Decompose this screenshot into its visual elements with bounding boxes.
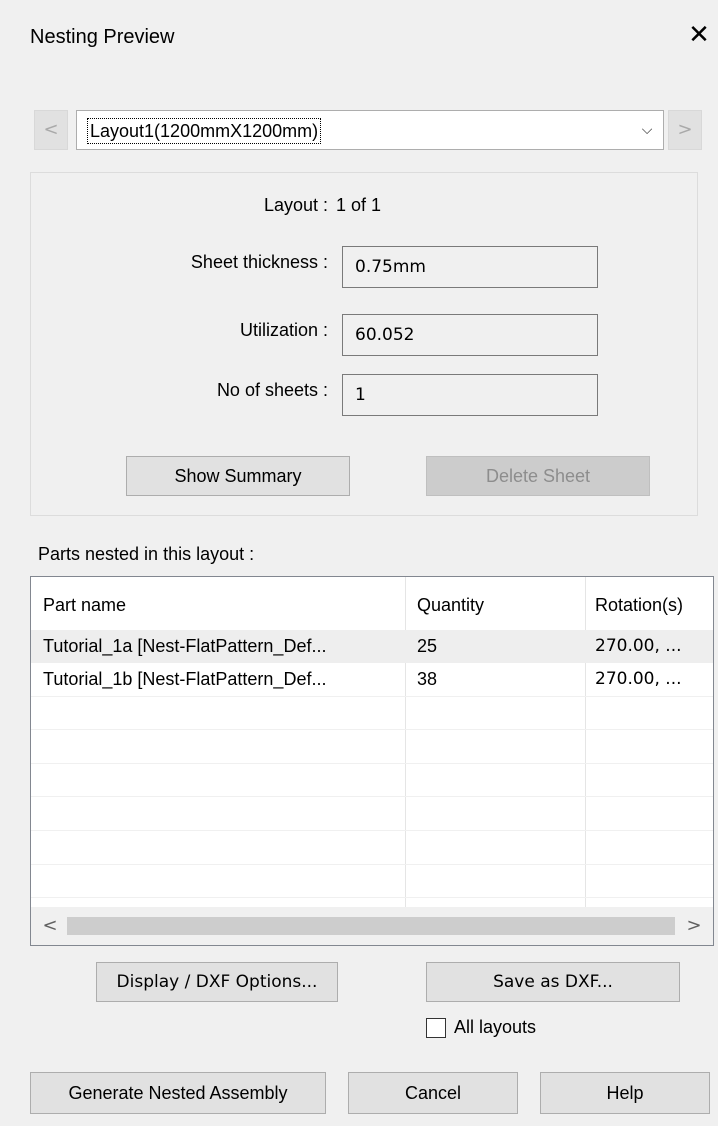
display-dxf-options-button[interactable]: Display / DXF Options... — [96, 962, 338, 1002]
part-name-cell: Tutorial_1b [Nest-FlatPattern_Def... — [43, 669, 327, 689]
chevron-down-icon[interactable]: ⌵ — [635, 117, 659, 143]
row-gridline — [31, 696, 713, 697]
close-icon[interactable]: ✕ — [684, 20, 714, 50]
parts-caption: Parts nested in this layout : — [38, 544, 255, 564]
column-header-rotations[interactable]: Rotation(s) — [595, 577, 683, 633]
generate-nested-assembly-button[interactable]: Generate Nested Assembly — [30, 1072, 326, 1114]
row-gridline — [31, 763, 713, 764]
utilization-label: Utilization : — [239, 320, 328, 340]
column-header-quantity[interactable]: Quantity — [417, 577, 484, 633]
cancel-button[interactable]: Cancel — [348, 1072, 518, 1114]
layout-label: Layout : — [263, 195, 328, 215]
column-divider — [585, 577, 586, 907]
sheet-thickness-field: 0.75mm — [342, 246, 598, 288]
parts-table[interactable]: Part name Quantity Rotation(s) Tutorial_… — [30, 576, 714, 946]
rotation-cell: 270.00, ... — [595, 669, 682, 689]
show-summary-button[interactable]: Show Summary — [126, 456, 350, 496]
column-header-part-name[interactable]: Part name — [43, 577, 126, 633]
row-gridline — [31, 729, 713, 730]
row-gridline — [31, 897, 713, 898]
no-of-sheets-field: 1 — [342, 374, 598, 416]
layout-select-value: Layout1(1200mmX1200mm) — [87, 118, 322, 144]
part-name-cell: Tutorial_1a [Nest-FlatPattern_Def... — [43, 636, 327, 656]
layout-value: 1 of 1 — [336, 195, 382, 215]
scroll-left-icon[interactable]: < — [35, 911, 65, 941]
utilization-field: 60.052 — [342, 314, 598, 356]
all-layouts-checkbox[interactable] — [426, 1018, 446, 1038]
previous-layout-button[interactable]: < — [34, 110, 68, 150]
row-gridline — [31, 864, 713, 865]
sheet-thickness-label: Sheet thickness : — [190, 252, 328, 272]
scroll-right-icon[interactable]: > — [679, 911, 709, 941]
scrollbar-thumb[interactable] — [67, 917, 675, 935]
row-gridline — [31, 796, 713, 797]
help-button[interactable]: Help — [540, 1072, 710, 1114]
layout-select[interactable]: Layout1(1200mmX1200mm) ⌵ — [76, 110, 664, 150]
quantity-cell: 38 — [417, 669, 438, 689]
dialog-title: Nesting Preview — [30, 26, 175, 48]
quantity-cell: 25 — [417, 636, 438, 656]
next-layout-button[interactable]: > — [668, 110, 702, 150]
horizontal-scrollbar[interactable]: < > — [31, 907, 713, 945]
table-row[interactable]: Tutorial_1a [Nest-FlatPattern_Def... 25 … — [31, 630, 713, 663]
all-layouts-label[interactable]: All layouts — [454, 1017, 536, 1038]
row-gridline — [31, 830, 713, 831]
column-divider — [405, 577, 406, 907]
no-of-sheets-label: No of sheets : — [216, 380, 328, 400]
save-as-dxf-button[interactable]: Save as DXF... — [426, 962, 680, 1002]
table-row[interactable]: Tutorial_1b [Nest-FlatPattern_Def... 38 … — [31, 663, 713, 696]
delete-sheet-button: Delete Sheet — [426, 456, 650, 496]
rotation-cell: 270.00, ... — [595, 636, 682, 656]
